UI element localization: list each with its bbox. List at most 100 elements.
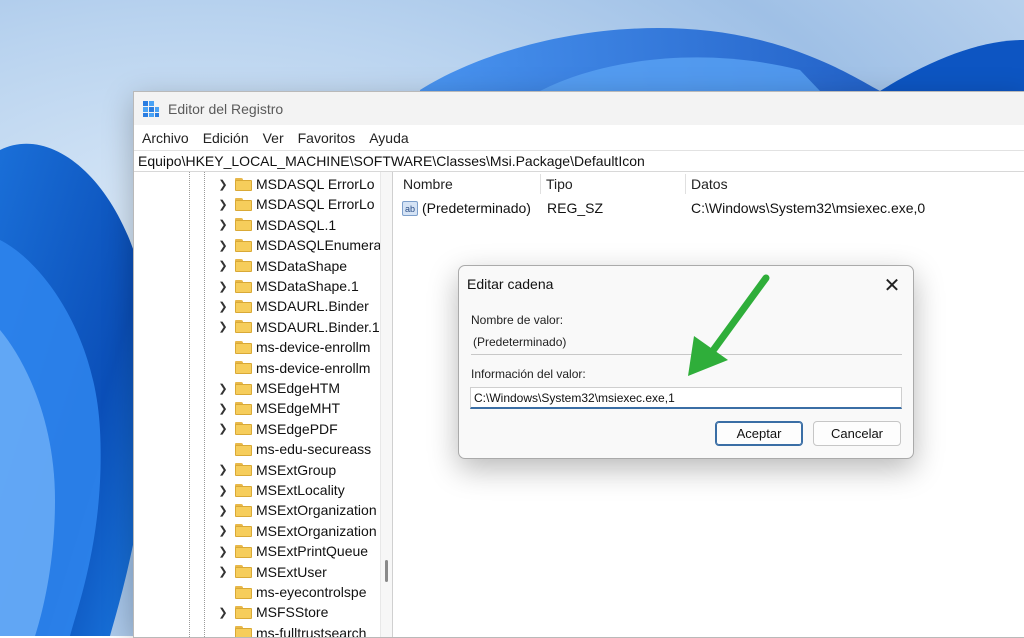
tree-item-label: MSDASQL.1 — [256, 216, 337, 233]
folder-icon — [235, 299, 252, 313]
chevron-right-icon[interactable]: ❯ — [217, 178, 229, 191]
tree-item-label: MSExtPrintQueue — [256, 543, 369, 560]
chevron-right-icon[interactable]: ❯ — [217, 565, 229, 578]
menu-edicion[interactable]: Edición — [203, 130, 249, 146]
menu-ver[interactable]: Ver — [263, 130, 284, 146]
tree-item[interactable]: ❯ MSExtLocality — [217, 480, 344, 500]
tree-item[interactable]: ❯ MSDASQL ErrorLo — [217, 174, 374, 194]
folder-icon — [235, 259, 252, 273]
tree-item[interactable]: ms-device-enrollm — [217, 337, 370, 357]
tree-item-label: MSDataShape.1 — [256, 278, 359, 294]
green-arrow-icon — [688, 274, 770, 376]
tree-guide-line — [189, 172, 190, 637]
folder-icon — [235, 626, 252, 637]
chevron-right-icon[interactable]: ❯ — [217, 382, 229, 395]
tree-item-label: MSExtOrganization — [256, 502, 377, 519]
chevron-right-icon[interactable]: ❯ — [217, 606, 229, 619]
tree-item[interactable]: ❯ MSEdgePDF — [217, 419, 337, 439]
folder-icon — [235, 503, 252, 517]
tree-guide-line — [204, 172, 205, 637]
tree-item[interactable]: ❯ MSExtUser — [217, 562, 326, 582]
value-data[interactable]: C:\Windows\System32\msiexec.exe,0 — [691, 198, 925, 218]
tree-item[interactable]: ❯ MSEdgeMHT — [217, 398, 340, 418]
value-type[interactable]: REG_SZ — [547, 198, 603, 218]
tree-item[interactable]: ❯ MSExtOrganization — [217, 500, 377, 520]
tree-item[interactable]: ❯ MSExtGroup — [217, 460, 336, 480]
folder-icon — [235, 401, 252, 415]
chevron-right-icon[interactable]: ❯ — [217, 198, 229, 211]
chevron-right-icon[interactable]: ❯ — [217, 484, 229, 497]
value-name-label: Nombre de valor: — [471, 313, 564, 327]
column-divider[interactable] — [540, 174, 541, 194]
dialog-title: Editar cadena — [467, 276, 554, 292]
folder-icon — [235, 463, 252, 477]
chevron-right-icon[interactable]: ❯ — [217, 463, 229, 476]
cancel-button[interactable]: Cancelar — [813, 421, 901, 446]
tree-item-label: ms-device-enrollm — [256, 359, 371, 376]
tree-item-label: ms-fulltrustsearch — [256, 624, 367, 637]
tree-item[interactable]: ms-eyecontrolspe — [217, 582, 367, 602]
menu-archivo[interactable]: Archivo — [142, 130, 189, 146]
address-bar[interactable]: Equipo\HKEY_LOCAL_MACHINE\SOFTWARE\Class… — [134, 150, 1024, 172]
folder-icon — [235, 340, 252, 354]
chevron-right-icon[interactable]: ❯ — [217, 402, 229, 415]
tree-item-label: ms-edu-secureass — [256, 441, 372, 458]
folder-icon — [235, 422, 252, 436]
tree-scrollbar-thumb[interactable] — [385, 560, 388, 582]
value-row-name[interactable]: ab (Predeterminado) — [402, 198, 531, 218]
folder-icon — [235, 361, 252, 375]
folder-icon — [235, 218, 252, 232]
chevron-right-icon[interactable]: ❯ — [217, 280, 229, 293]
tree-item[interactable]: ms-fulltrustsearch — [217, 623, 366, 637]
tree-item-label: MSDAURL.Binder — [256, 298, 369, 315]
menu-ayuda[interactable]: Ayuda — [369, 130, 408, 146]
chevron-right-icon[interactable]: ❯ — [217, 545, 229, 558]
tree-item-label: MSDAURL.Binder.1 — [256, 318, 380, 335]
tree-item[interactable]: ❯ MSDASQL ErrorLo — [217, 194, 374, 214]
tree-item[interactable]: ❯ MSDAURL.Binder — [217, 296, 369, 316]
tree-item[interactable]: ❯ MSDAURL.Binder.1 — [217, 317, 380, 337]
chevron-right-icon[interactable]: ❯ — [217, 320, 229, 333]
tree-item[interactable]: ❯ MSFSStore — [217, 602, 328, 622]
column-header-data[interactable]: Datos — [691, 172, 728, 196]
title-bar[interactable]: Editor del Registro — [134, 92, 1024, 125]
chevron-right-icon[interactable]: ❯ — [217, 524, 229, 537]
menu-favoritos[interactable]: Favoritos — [298, 130, 356, 146]
tree-item[interactable]: ❯ MSDataShape — [217, 256, 347, 276]
tree-item[interactable]: ❯ MSExtPrintQueue — [217, 541, 368, 561]
column-header-name[interactable]: Nombre — [403, 172, 453, 196]
chevron-right-icon[interactable]: ❯ — [217, 218, 229, 231]
tree-item[interactable]: ms-device-enrollm — [217, 358, 370, 378]
chevron-right-icon[interactable]: ❯ — [217, 504, 229, 517]
column-header-type[interactable]: Tipo — [546, 172, 573, 196]
value-data-input[interactable] — [470, 387, 902, 409]
tree-item-label: ms-device-enrollm — [256, 339, 371, 356]
folder-icon — [235, 585, 252, 599]
tree-item[interactable]: ❯ MSEdgeHTM — [217, 378, 340, 398]
folder-icon — [235, 565, 252, 579]
tree-item[interactable]: ms-edu-secureass — [217, 439, 371, 459]
ok-button[interactable]: Aceptar — [715, 421, 803, 446]
chevron-right-icon[interactable]: ❯ — [217, 259, 229, 272]
tree-item[interactable]: ❯ MSDataShape.1 — [217, 276, 359, 296]
folder-icon — [235, 279, 252, 293]
chevron-right-icon[interactable]: ❯ — [217, 422, 229, 435]
address-path[interactable]: Equipo\HKEY_LOCAL_MACHINE\SOFTWARE\Class… — [138, 153, 645, 169]
tree-item[interactable]: ❯ MSDASQL.1 — [217, 215, 336, 235]
chevron-right-icon[interactable]: ❯ — [217, 239, 229, 252]
chevron-right-icon[interactable]: ❯ — [217, 300, 229, 313]
folder-icon — [235, 177, 252, 191]
value-data-label: Información del valor: — [471, 367, 586, 381]
tree-item-label: ms-eyecontrolspe — [256, 584, 367, 600]
tree-item[interactable]: ❯ MSDASQLEnumera — [217, 235, 380, 255]
folder-icon — [235, 605, 252, 619]
column-divider[interactable] — [685, 174, 686, 194]
tree-item[interactable]: ❯ MSExtOrganization — [217, 521, 376, 541]
folder-icon — [235, 442, 252, 456]
value-name-readonly: (Predeterminado) — [473, 335, 567, 349]
folder-icon — [235, 544, 252, 558]
key-tree: ❯ MSDASQL ErrorLo ❯ MSDASQL ErrorLo ❯ MSDASQL… — [134, 172, 380, 637]
close-icon[interactable]: ✕ — [879, 272, 905, 298]
window-title: Editor del Registro — [168, 100, 284, 117]
tree-item-label: MSExtGroup — [256, 461, 337, 478]
